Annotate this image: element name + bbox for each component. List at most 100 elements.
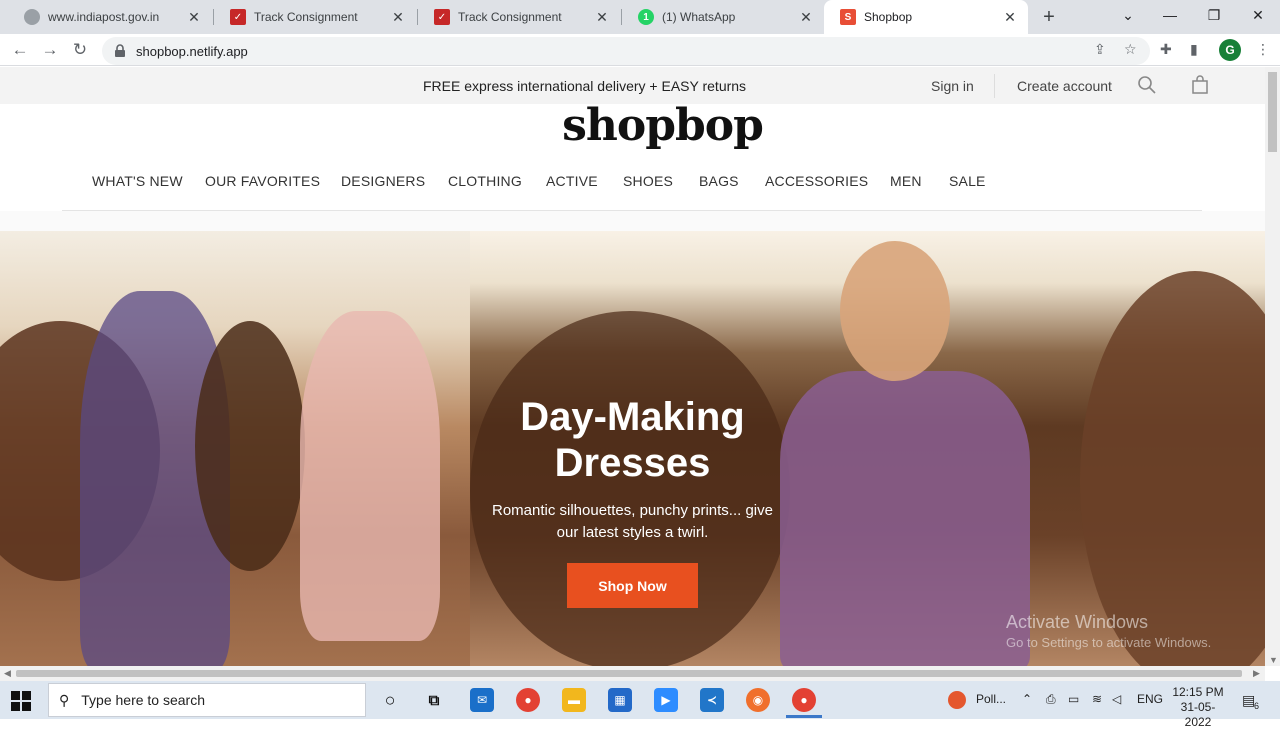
promo-bar: FREE express international delivery + EA… <box>0 67 1265 104</box>
horse-shape <box>195 321 305 571</box>
taskbar-clock[interactable]: 12:15 PM 31-05-2022 <box>1168 685 1228 730</box>
file-explorer-icon[interactable]: ▬ <box>562 688 586 712</box>
search-icon[interactable] <box>1137 75 1157 95</box>
chrome-icon[interactable]: ● <box>516 688 540 712</box>
sign-in-link[interactable]: Sign in <box>931 78 974 94</box>
shop-now-button[interactable]: Shop Now <box>567 563 698 608</box>
wifi-icon[interactable]: ≋ <box>1092 692 1102 706</box>
browser-tab-track-consignment-1[interactable]: ✓ Track Consignment ✕ <box>214 0 416 34</box>
reload-icon[interactable]: ↻ <box>67 37 93 63</box>
scroll-down-arrow-icon[interactable]: ▼ <box>1269 655 1278 665</box>
pollen-label[interactable]: Poll... <box>976 692 1006 706</box>
model-dress-shape <box>780 371 1030 666</box>
nav-men[interactable]: MEN <box>890 173 922 189</box>
india-post-icon: ✓ <box>434 9 450 25</box>
address-bar[interactable]: shopbop.netlify.app <box>102 37 1150 65</box>
side-panel-icon[interactable]: ▮ <box>1190 41 1198 58</box>
clock-time: 12:15 PM <box>1172 685 1224 699</box>
volume-icon[interactable]: ◁ <box>1112 692 1121 706</box>
nav-whats-new[interactable]: WHAT'S NEW <box>92 173 183 189</box>
vscode-icon[interactable]: ≺ <box>700 688 724 712</box>
promo-divider <box>994 74 995 98</box>
menu-kebab-icon[interactable]: ⋮ <box>1256 41 1270 58</box>
activate-windows-watermark: Activate Windows <box>1006 612 1149 632</box>
tab-search-chevron-icon[interactable]: ⌄ <box>1106 0 1150 30</box>
new-tab-button[interactable]: + <box>1036 4 1062 30</box>
close-icon[interactable]: ✕ <box>594 9 610 25</box>
whatsapp-icon: 1 <box>638 9 654 25</box>
back-arrow-icon[interactable]: ← <box>7 37 33 63</box>
taskbar-search-box[interactable]: ⚲ Type here to search <box>48 683 366 717</box>
scroll-left-arrow-icon[interactable]: ◀ <box>4 668 11 679</box>
firefox-icon[interactable]: ◉ <box>746 688 770 712</box>
horizontal-scrollbar[interactable]: ◀ ▶ <box>0 666 1265 681</box>
notification-count: 6 <box>1254 701 1260 711</box>
hero-subtitle: Romantic silhouettes, punchy prints... g… <box>470 500 795 544</box>
chrome-profile-icon[interactable]: ● <box>792 688 816 712</box>
shopbop-icon: S <box>840 9 856 25</box>
mail-icon[interactable]: ✉ <box>470 688 494 712</box>
horse-shape <box>470 311 790 666</box>
minimize-icon[interactable]: — <box>1148 0 1192 30</box>
horizontal-scroll-thumb[interactable] <box>16 670 1242 677</box>
page-viewport: FREE express international delivery + EA… <box>0 67 1265 666</box>
hero-subtitle-line: Romantic silhouettes, punchy prints... g… <box>492 502 773 519</box>
nav-active[interactable]: ACTIVE <box>546 173 598 189</box>
nav-shoes[interactable]: SHOES <box>623 173 673 189</box>
promo-text: FREE express international delivery + EA… <box>423 78 747 94</box>
close-icon[interactable]: ✕ <box>798 9 814 25</box>
restore-icon[interactable]: ❐ <box>1192 0 1236 30</box>
nav-bags[interactable]: BAGS <box>699 173 739 189</box>
close-icon[interactable]: ✕ <box>186 9 202 25</box>
chevron-up-icon[interactable]: ⌃ <box>1022 692 1032 706</box>
nav-designers[interactable]: DESIGNERS <box>341 173 425 189</box>
tab-title: Shopbop <box>864 10 913 24</box>
browser-tab-shopbop[interactable]: S Shopbop ✕ <box>824 0 1028 34</box>
browser-tab-strip: www.indiapost.gov.in ✕ ✓ Track Consignme… <box>0 0 1280 34</box>
tab-title: www.indiapost.gov.in <box>48 10 160 24</box>
browser-tab-whatsapp[interactable]: 1 (1) WhatsApp ✕ <box>622 0 824 34</box>
extensions-puzzle-icon[interactable]: ✚ <box>1160 41 1172 58</box>
india-post-icon: ✓ <box>230 9 246 25</box>
horse-shape <box>1080 271 1265 666</box>
cortana-icon[interactable]: ○ <box>378 688 402 712</box>
close-icon[interactable]: ✕ <box>390 9 406 25</box>
globe-icon <box>24 9 40 25</box>
browser-tab-track-consignment-2[interactable]: ✓ Track Consignment ✕ <box>418 0 620 34</box>
shopbop-logo[interactable]: shopbop <box>0 100 1265 151</box>
microsoft-store-icon[interactable]: ▦ <box>608 688 632 712</box>
create-account-link[interactable]: Create account <box>1017 78 1112 94</box>
hero-banner[interactable]: Day-Making Dresses Romantic silhouettes,… <box>0 231 1265 666</box>
search-icon: ⚲ <box>59 691 70 708</box>
clock-date: 31-05-2022 <box>1180 700 1216 729</box>
nav-clothing[interactable]: CLOTHING <box>448 173 522 189</box>
battery-icon[interactable]: ▭ <box>1068 692 1079 706</box>
vertical-scrollbar[interactable]: ▼ <box>1265 67 1280 666</box>
task-view-icon[interactable]: ⧉ <box>422 688 446 712</box>
close-icon[interactable]: ✕ <box>1002 9 1018 25</box>
browser-tab-indiapost[interactable]: www.indiapost.gov.in ✕ <box>8 0 212 34</box>
hero-title-line: Dresses <box>554 441 711 485</box>
scroll-right-arrow-icon[interactable]: ▶ <box>1253 668 1260 679</box>
profile-avatar[interactable]: G <box>1219 39 1241 61</box>
windows-start-icon[interactable] <box>10 690 32 712</box>
bookmark-star-icon[interactable]: ☆ <box>1124 41 1137 58</box>
share-icon[interactable]: ⇪ <box>1094 41 1106 58</box>
nav-accessories[interactable]: ACCESSORIES <box>765 173 868 189</box>
meet-now-icon[interactable]: ⎙ <box>1046 692 1056 707</box>
url-text: shopbop.netlify.app <box>136 43 248 59</box>
windows-taskbar: ⚲ Type here to search ○ ⧉ ✉ ● ▬ ▦ ▶ ≺ ◉ … <box>0 681 1280 729</box>
close-window-icon[interactable]: ✕ <box>1236 0 1280 30</box>
pollen-icon[interactable] <box>948 691 966 709</box>
language-indicator[interactable]: ENG <box>1137 692 1163 706</box>
hero-image-left <box>0 231 470 666</box>
nav-sale[interactable]: SALE <box>949 173 986 189</box>
hero-title-line: Day-Making <box>520 395 745 439</box>
spacer-band <box>0 211 1265 231</box>
shopping-bag-icon[interactable] <box>1190 75 1210 95</box>
zoom-icon[interactable]: ▶ <box>654 688 678 712</box>
vertical-scroll-thumb[interactable] <box>1268 72 1277 152</box>
forward-arrow-icon[interactable]: → <box>37 37 63 63</box>
hero-title: Day-Making Dresses <box>470 394 795 486</box>
nav-our-favorites[interactable]: OUR FAVORITES <box>205 173 320 189</box>
